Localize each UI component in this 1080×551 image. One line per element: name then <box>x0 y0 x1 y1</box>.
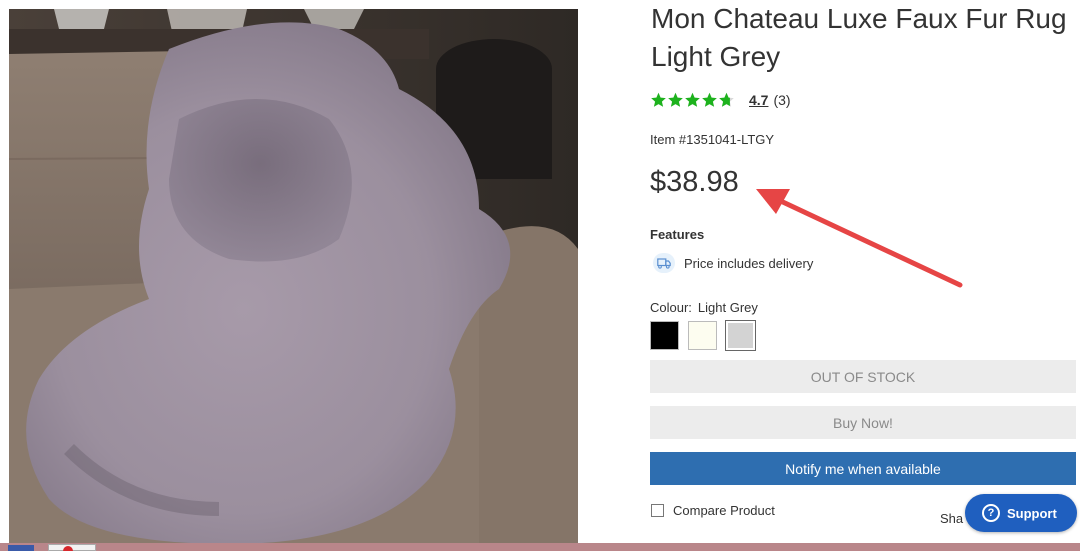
star-icon <box>651 92 666 107</box>
product-info-panel: Mon Chateau Luxe Faux Fur Rug Light Grey… <box>650 0 1080 551</box>
taskbar <box>0 543 1080 551</box>
product-image[interactable] <box>9 9 578 544</box>
colour-selected-value: Light Grey <box>697 300 758 315</box>
share-label[interactable]: Sha <box>940 511 963 526</box>
support-button[interactable]: ? Support <box>965 494 1077 532</box>
out-of-stock-button[interactable]: OUT OF STOCK <box>650 360 1076 393</box>
help-circle-icon: ? <box>982 504 1000 522</box>
star-icon <box>668 92 683 107</box>
compare-product[interactable]: Compare Product <box>651 503 775 518</box>
compare-label: Compare Product <box>673 503 775 518</box>
notify-me-button[interactable]: Notify me when available <box>650 452 1076 485</box>
features-heading: Features <box>650 227 705 242</box>
taskbar-browser-icon[interactable] <box>48 544 96 551</box>
truck-icon <box>653 253 675 273</box>
colour-label-row: Colour: Light Grey <box>650 300 758 315</box>
star-icon <box>719 92 734 107</box>
colour-label: Colour: <box>650 300 692 315</box>
product-price: $38.98 <box>650 166 739 198</box>
rating-value-link[interactable]: 4.7 <box>749 92 768 108</box>
feature-text: Price includes delivery <box>684 255 814 271</box>
taskbar-app-icon[interactable] <box>8 545 34 551</box>
product-rating[interactable]: 4.7 (3) <box>650 90 791 110</box>
rating-count: (3) <box>773 92 791 108</box>
rating-stars <box>650 92 735 109</box>
product-photo-illustration <box>9 9 578 544</box>
star-icon <box>685 92 700 107</box>
colour-swatches <box>650 320 764 351</box>
star-icon <box>702 92 717 107</box>
feature-delivery: Price includes delivery <box>653 253 813 273</box>
colour-swatch-light-grey[interactable] <box>725 320 756 351</box>
support-label: Support <box>1007 505 1057 521</box>
colour-swatch-black[interactable] <box>650 321 679 350</box>
product-title: Mon Chateau Luxe Faux Fur Rug Light Grey <box>651 3 1067 72</box>
buy-now-button[interactable]: Buy Now! <box>650 406 1076 439</box>
compare-checkbox[interactable] <box>651 504 664 517</box>
item-number: Item #1351041-LTGY <box>650 132 775 147</box>
colour-swatch-cream[interactable] <box>688 321 717 350</box>
